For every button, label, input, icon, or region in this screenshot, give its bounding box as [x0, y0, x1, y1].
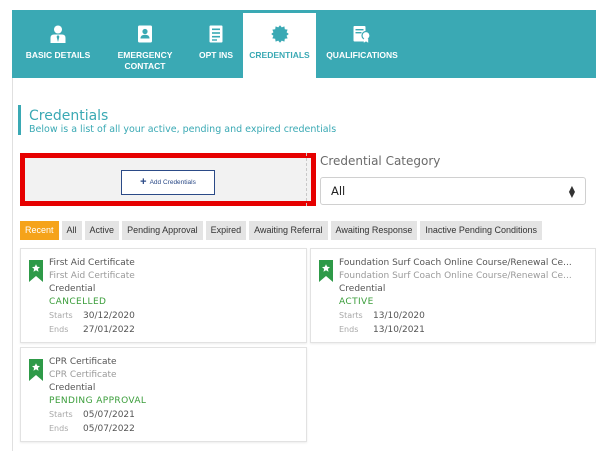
status-filter-bar: Recent All Active Pending Approval Expir…: [20, 221, 542, 240]
tab-emergency-contact[interactable]: EMERGENCY CONTACT: [110, 10, 180, 78]
credential-subtitle: First Aid Certificate: [49, 271, 135, 281]
credential-subtitle: Foundation Surf Coach Online Course/Rene…: [339, 271, 572, 281]
ends-label: Ends: [49, 424, 69, 433]
panel-divider: [306, 153, 307, 206]
credential-type: Credential: [49, 284, 96, 294]
bookmark-ribbon-icon: [29, 359, 43, 381]
filter-recent[interactable]: Recent: [20, 221, 59, 240]
credential-type: Credential: [49, 383, 96, 393]
bookmark-ribbon-icon: [319, 260, 333, 282]
starts-value: 13/10/2020: [373, 311, 425, 321]
checklist-icon: [207, 25, 225, 43]
credential-card[interactable]: Foundation Surf Coach Online Course/Rene…: [310, 248, 596, 343]
category-select[interactable]: All ▲ ▼: [320, 177, 586, 205]
starts-label: Starts: [49, 410, 73, 419]
credential-end-date: Ends 05/07/2022: [49, 422, 302, 436]
credential-start-date: Starts 30/12/2020: [49, 309, 302, 323]
add-credentials-label: Add Credentials: [149, 179, 196, 186]
credential-type: Credential: [339, 284, 386, 294]
credential-card[interactable]: First Aid Certificate First Aid Certific…: [20, 248, 307, 343]
filter-pending-approval[interactable]: Pending Approval: [122, 221, 203, 240]
id-card-icon: [136, 25, 154, 43]
tab-credentials[interactable]: CREDENTIALS: [243, 13, 316, 78]
filter-active[interactable]: Active: [84, 221, 120, 240]
credential-card[interactable]: CPR Certificate CPR Certificate Credenti…: [20, 347, 307, 442]
credential-start-date: Starts 05/07/2021: [49, 408, 302, 422]
tab-label: CREDENTIALS: [249, 50, 310, 60]
badge-seal-icon: [270, 25, 289, 43]
filter-all[interactable]: All: [61, 221, 82, 240]
tab-qualifications[interactable]: QUALIFICATIONS: [317, 10, 407, 78]
credential-end-date: Ends 13/10/2021: [339, 323, 591, 337]
bookmark-ribbon-icon: [29, 260, 43, 282]
page-subtitle: Below is a list of all your active, pend…: [29, 124, 337, 135]
filter-awaiting-referral[interactable]: Awaiting Referral: [249, 221, 328, 240]
starts-value: 05/07/2021: [83, 410, 135, 420]
tab-label: OPT INS: [198, 50, 233, 60]
tab-basic-details[interactable]: BASIC DETAILS: [12, 10, 104, 78]
filter-inactive-pending-conditions[interactable]: Inactive Pending Conditions: [420, 221, 542, 240]
filter-awaiting-response[interactable]: Awaiting Response: [330, 221, 418, 240]
person-icon: [49, 25, 67, 43]
ends-value: 27/01/2022: [83, 325, 135, 335]
ends-label: Ends: [49, 325, 69, 334]
starts-label: Starts: [339, 311, 363, 320]
credential-status: ACTIVE: [339, 297, 374, 307]
ends-label: Ends: [339, 325, 359, 334]
page-title: Credentials: [29, 108, 109, 124]
tab-label: QUALIFICATIONS: [326, 50, 398, 60]
filter-expired[interactable]: Expired: [205, 221, 247, 240]
add-credentials-button[interactable]: + Add Credentials: [121, 170, 215, 195]
sort-arrows-icon: ▲ ▼: [568, 184, 575, 199]
category-label: Credential Category: [320, 154, 441, 168]
credential-start-date: Starts 13/10/2020: [339, 309, 591, 323]
credential-status: PENDING APPROVAL: [49, 396, 147, 406]
section-accent-bar: [18, 105, 21, 135]
credential-subtitle: CPR Certificate: [49, 370, 117, 380]
credential-title: Foundation Surf Coach Online Course/Rene…: [339, 258, 572, 268]
ends-value: 13/10/2021: [373, 325, 425, 335]
credential-end-date: Ends 27/01/2022: [49, 323, 302, 337]
category-selected-value: All: [331, 184, 346, 198]
plus-icon: +: [140, 176, 147, 188]
profile-tab-bar: BASIC DETAILS EMERGENCY CONTACT OPT INS …: [12, 10, 596, 78]
tab-label: BASIC DETAILS: [25, 50, 91, 60]
starts-value: 30/12/2020: [83, 311, 135, 321]
starts-label: Starts: [49, 311, 73, 320]
tab-label: EMERGENCY CONTACT: [117, 50, 173, 71]
certificate-icon: [353, 25, 371, 43]
credential-status: CANCELLED: [49, 297, 107, 307]
add-credentials-panel: + Add Credentials: [20, 153, 316, 206]
tab-opt-ins[interactable]: OPT INS: [189, 10, 243, 78]
credential-title: First Aid Certificate: [49, 258, 135, 268]
ends-value: 05/07/2022: [83, 424, 135, 434]
credential-title: CPR Certificate: [49, 357, 117, 367]
